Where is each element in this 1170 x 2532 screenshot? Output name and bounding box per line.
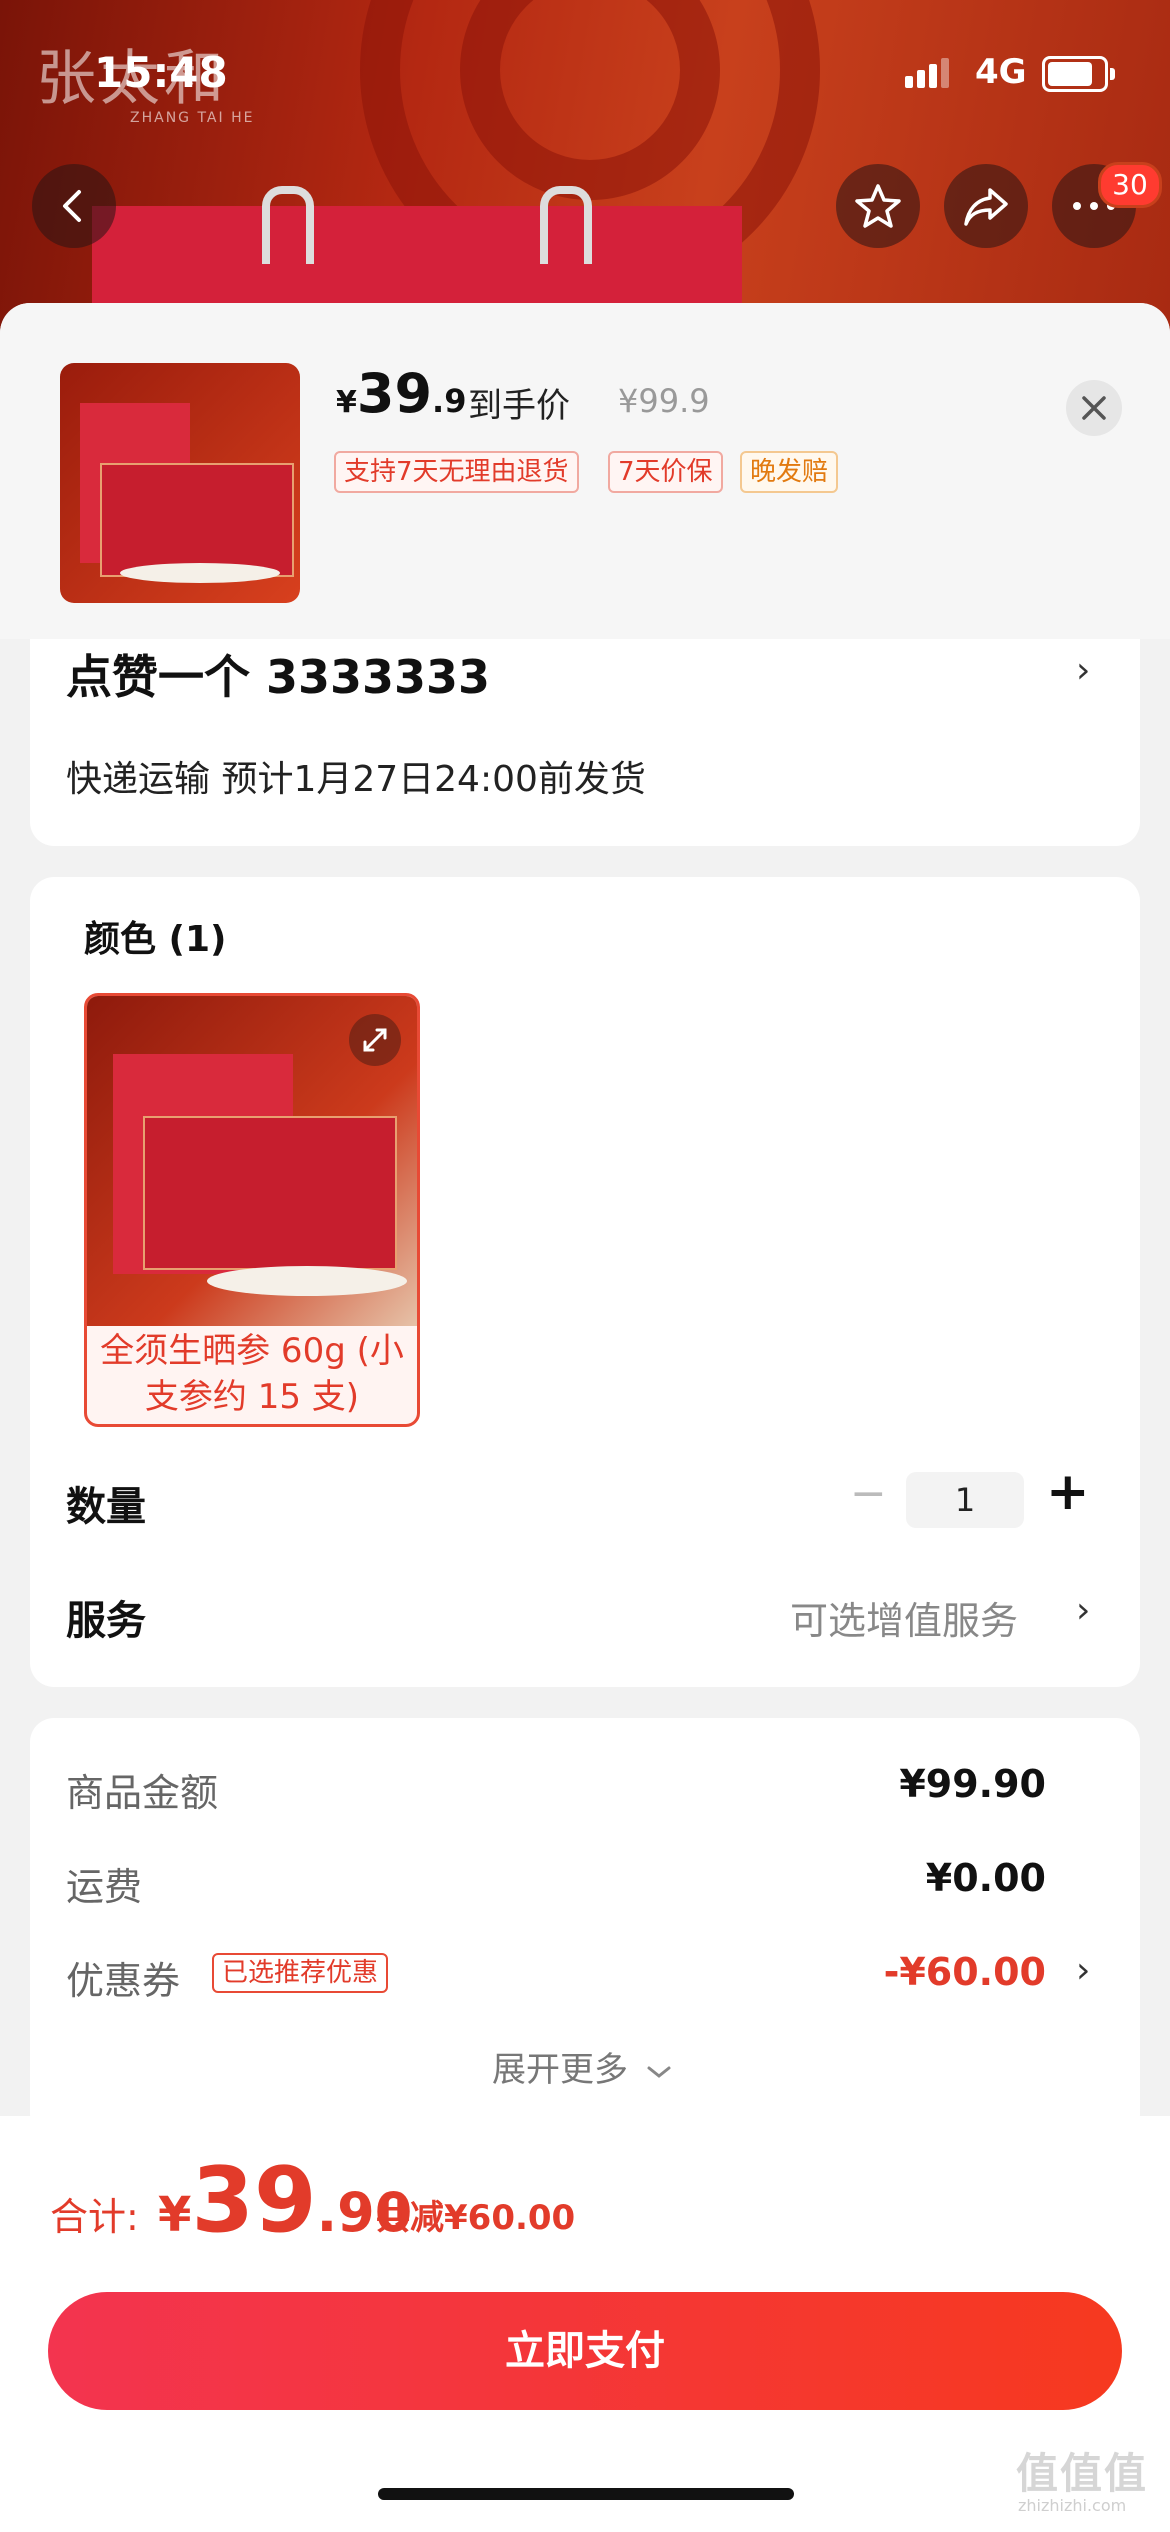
coupon-tag: 已选推荐优惠 <box>212 1953 389 1993</box>
expand-image-button[interactable] <box>349 1014 401 1066</box>
goods-amount-label: 商品金额 <box>66 1771 219 1815</box>
battery-icon <box>1042 56 1115 92</box>
expand-more-button[interactable]: 展开更多 <box>492 2042 673 2091</box>
chevron-left-icon <box>63 190 81 222</box>
star-icon <box>855 184 901 228</box>
original-price: ¥99.9 <box>618 382 710 420</box>
watermark: 值值值 <box>1016 2449 1149 2498</box>
final-price: ¥39.9 <box>336 362 467 425</box>
pay-now-button[interactable]: 立即支付 <box>48 2292 1122 2410</box>
signal-icon <box>905 58 953 88</box>
quantity-decrease-button[interactable]: − <box>850 1468 887 1519</box>
goods-amount-value: ¥99.90 <box>899 1762 1046 1806</box>
color-section-title: 颜色 (1) <box>84 919 227 960</box>
service-value[interactable]: 可选增值服务 <box>790 1590 1018 1645</box>
share-button[interactable] <box>944 164 1028 248</box>
shipping-fee-label: 运费 <box>66 1865 143 1909</box>
total-label: 合计: <box>50 2195 139 2239</box>
tag-return-policy: 支持7天无理由退货 <box>334 451 579 493</box>
chevron-right-icon[interactable]: › <box>1076 1590 1090 1631</box>
total-discount: 共减¥60.00 <box>376 2198 576 2238</box>
quantity-input[interactable]: 1 <box>906 1472 1024 1528</box>
service-label: 服务 <box>66 1598 146 1644</box>
status-time: 15:48 <box>94 48 228 97</box>
quantity-increase-button[interactable]: + <box>1046 1462 1090 1522</box>
variant-label: 全须生晒参 60g (小支参约 15 支) <box>100 1331 404 1417</box>
variant-option[interactable]: 全须生晒参 60g (小支参约 15 支) <box>84 993 420 1427</box>
close-icon <box>1082 396 1106 420</box>
close-button[interactable] <box>1066 380 1122 436</box>
chevron-down-icon <box>647 2066 671 2078</box>
back-button[interactable] <box>32 164 116 248</box>
network-type: 4G <box>975 52 1027 92</box>
notification-badge: 30 <box>1098 162 1162 208</box>
tag-price-protection: 7天价保 <box>608 451 723 493</box>
watermark-url: zhizhizhi.com <box>1018 2496 1127 2515</box>
product-thumbnail <box>60 363 300 603</box>
shipping-fee-value: ¥0.00 <box>925 1856 1046 1900</box>
home-indicator <box>378 2488 794 2500</box>
chevron-right-icon: › <box>1076 650 1091 691</box>
final-price-label: 到手价 <box>468 386 570 426</box>
total-amount: ¥39.90 <box>158 2148 413 2253</box>
coupon-label: 优惠券 <box>66 1959 181 2003</box>
brand-logo-subtitle: ZHANG TAI HE <box>130 110 255 126</box>
expand-icon <box>363 1028 387 1052</box>
recipient-name: 点赞一个 3333333 <box>66 650 491 704</box>
tag-late-delivery-compensation: 晚发赔 <box>740 451 839 493</box>
chevron-right-icon[interactable]: › <box>1076 1950 1090 1991</box>
shipping-estimate: 快递运输 预计1月27日24:00前发货 <box>66 759 646 800</box>
coupon-value[interactable]: -¥60.00 <box>884 1950 1046 1994</box>
favorite-button[interactable] <box>836 164 920 248</box>
quantity-label: 数量 <box>66 1484 146 1530</box>
expand-more-label: 展开更多 <box>492 2050 628 2090</box>
share-icon <box>964 188 1008 226</box>
